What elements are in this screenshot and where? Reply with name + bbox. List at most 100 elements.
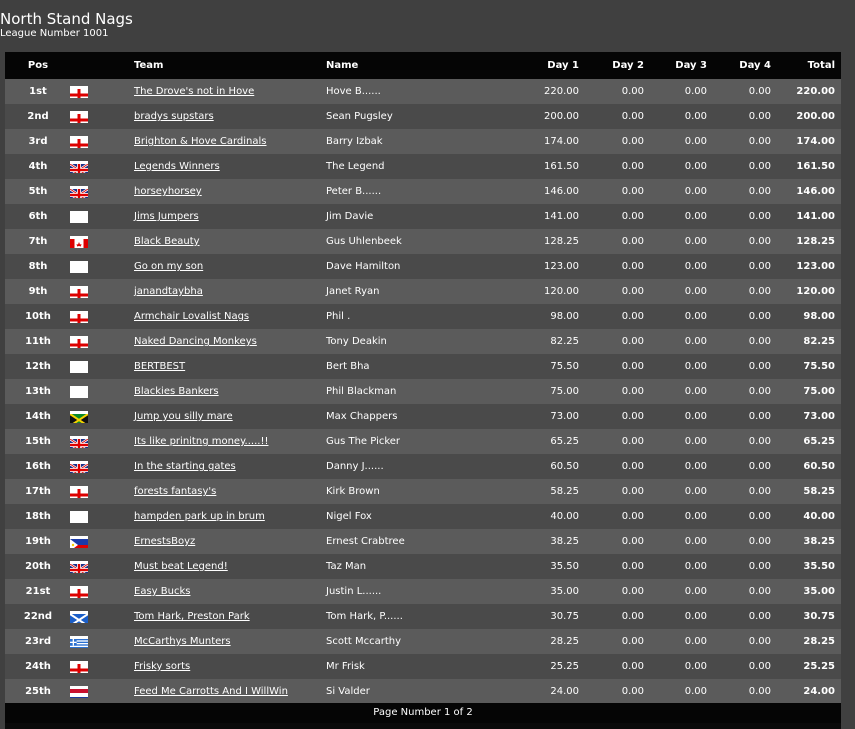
- blank-flag-icon: [70, 261, 88, 273]
- col-header-total: Total: [807, 60, 835, 71]
- position-cell: 22nd: [23, 611, 53, 622]
- day1-cell: 60.50: [550, 461, 579, 472]
- day3-cell: 0.00: [684, 86, 707, 97]
- total-cell: 65.25: [803, 436, 835, 447]
- day1-cell: 82.25: [550, 336, 579, 347]
- total-cell: 75.50: [803, 361, 835, 372]
- team-link[interactable]: Black Beauty: [134, 236, 200, 247]
- player-name-cell: Justin L......: [326, 586, 382, 597]
- total-cell: 35.50: [803, 561, 835, 572]
- position-cell: 9th: [28, 286, 48, 297]
- total-cell: 120.00: [796, 286, 835, 297]
- team-cell: Blackies Bankers: [134, 379, 324, 404]
- team-link[interactable]: Naked Dancing Monkeys: [134, 336, 257, 347]
- page-number: Page Number 1 of 2: [5, 703, 841, 723]
- team-link[interactable]: Easy Bucks: [134, 586, 190, 597]
- day1-cell: 75.50: [550, 361, 579, 372]
- uk-flag-icon: [70, 161, 88, 173]
- player-name-cell: Sean Pugsley: [326, 111, 393, 122]
- team-link[interactable]: The Drove's not in Hove: [134, 86, 254, 97]
- team-link[interactable]: Go on my son: [134, 261, 203, 272]
- day4-cell: 0.00: [748, 686, 771, 697]
- team-link[interactable]: Brighton & Hove Cardinals: [134, 136, 266, 147]
- table-row: 24th Frisky sorts Mr Frisk 25.25 0.00 0.00 0.0…: [5, 654, 841, 679]
- table-row: 11th Naked Dancing Monkeys Tony Deakin 82.2…: [5, 329, 841, 354]
- team-cell: Black Beauty: [134, 229, 324, 254]
- position-cell: 21st: [25, 586, 51, 597]
- table-row: 22nd Tom Hark, Preston Park Tom Hark, P...…: [5, 604, 841, 629]
- table-row: 10th Armchair Lovalist Nags Phil . 98.00 0.0…: [5, 304, 841, 329]
- day3-cell: 0.00: [684, 511, 707, 522]
- position-cell: 24th: [25, 661, 51, 672]
- team-link[interactable]: Tom Hark, Preston Park: [134, 611, 250, 622]
- table-row: 13th Blackies Bankers Phil Blackman 75.00 0.…: [5, 379, 841, 404]
- team-cell: Go on my son: [134, 254, 324, 279]
- day1-cell: 65.25: [550, 436, 579, 447]
- day4-cell: 0.00: [748, 186, 771, 197]
- day4-cell: 0.00: [748, 636, 771, 647]
- team-link[interactable]: horseyhorsey: [134, 186, 202, 197]
- table-row: 3rd Brighton & Hove Cardinals Barry Izbak 1…: [5, 129, 841, 154]
- day4-cell: 0.00: [748, 311, 771, 322]
- day2-cell: 0.00: [621, 86, 644, 97]
- total-cell: 98.00: [803, 311, 835, 322]
- day1-cell: 123.00: [544, 261, 579, 272]
- team-link[interactable]: janandtaybha: [134, 286, 203, 297]
- col-header-day1: Day 1: [547, 60, 579, 71]
- team-link[interactable]: Blackies Bankers: [134, 386, 219, 397]
- team-link[interactable]: Jims Jumpers: [134, 211, 199, 222]
- position-cell: 8th: [28, 261, 48, 272]
- team-link[interactable]: McCarthys Munters: [134, 636, 231, 647]
- player-name-cell: Phil Blackman: [326, 386, 397, 397]
- day3-cell: 0.00: [684, 161, 707, 172]
- team-link[interactable]: Legends Winners: [134, 161, 220, 172]
- team-link[interactable]: Feed Me Carrotts And I WillWin: [134, 686, 288, 697]
- table-row: 20th Must beat Legend! Taz Man 35.50 0.00 0.0…: [5, 554, 841, 579]
- day4-cell: 0.00: [748, 236, 771, 247]
- total-cell: 141.00: [796, 211, 835, 222]
- position-cell: 3rd: [28, 136, 48, 147]
- team-link[interactable]: BERTBEST: [134, 361, 185, 372]
- team-cell: janandtaybha: [134, 279, 324, 304]
- day3-cell: 0.00: [684, 236, 707, 247]
- team-link[interactable]: Its like prinitng money.....!!: [134, 436, 268, 447]
- day4-cell: 0.00: [748, 211, 771, 222]
- col-header-day3: Day 3: [675, 60, 707, 71]
- team-link[interactable]: Must beat Legend!: [134, 561, 228, 572]
- table-row: 21st Easy Bucks Justin L...... 35.00 0.00 0.0…: [5, 579, 841, 604]
- day1-cell: 146.00: [544, 186, 579, 197]
- team-link[interactable]: bradys supstars: [134, 111, 214, 122]
- day3-cell: 0.00: [684, 636, 707, 647]
- team-cell: Brighton & Hove Cardinals: [134, 129, 324, 154]
- position-cell: 14th: [25, 411, 51, 422]
- player-name-cell: Si Valder: [326, 686, 370, 697]
- day4-cell: 0.00: [748, 611, 771, 622]
- day4-cell: 0.00: [748, 661, 771, 672]
- greece-flag-icon: [70, 636, 88, 648]
- total-cell: 128.25: [796, 236, 835, 247]
- team-link[interactable]: Armchair Lovalist Nags: [134, 311, 249, 322]
- team-link[interactable]: hampden park up in brum: [134, 511, 265, 522]
- table-row: 6th Jims Jumpers Jim Davie 141.00 0.00 0.00 0.…: [5, 204, 841, 229]
- player-name-cell: Barry Izbak: [326, 136, 383, 147]
- day3-cell: 0.00: [684, 461, 707, 472]
- day4-cell: 0.00: [748, 136, 771, 147]
- philippines-flag-icon: [70, 536, 88, 548]
- team-link[interactable]: In the starting gates: [134, 461, 236, 472]
- day1-cell: 75.00: [550, 386, 579, 397]
- day2-cell: 0.00: [621, 536, 644, 547]
- col-header-name: Name: [326, 60, 359, 71]
- team-link[interactable]: Jump you silly mare: [134, 411, 233, 422]
- team-cell: ErnestsBoyz: [134, 529, 324, 554]
- day4-cell: 0.00: [748, 511, 771, 522]
- day2-cell: 0.00: [621, 486, 644, 497]
- table-row: 5th horseyhorsey Peter B...... 146.00 0.00 0.…: [5, 179, 841, 204]
- team-cell: Naked Dancing Monkeys: [134, 329, 324, 354]
- day3-cell: 0.00: [684, 286, 707, 297]
- team-link[interactable]: forests fantasy's: [134, 486, 216, 497]
- player-name-cell: Dave Hamilton: [326, 261, 401, 272]
- total-cell: 146.00: [796, 186, 835, 197]
- team-link[interactable]: ErnestsBoyz: [134, 536, 195, 547]
- table-row: 17th forests fantasy's Kirk Brown 58.25 0.00…: [5, 479, 841, 504]
- team-link[interactable]: Frisky sorts: [134, 661, 190, 672]
